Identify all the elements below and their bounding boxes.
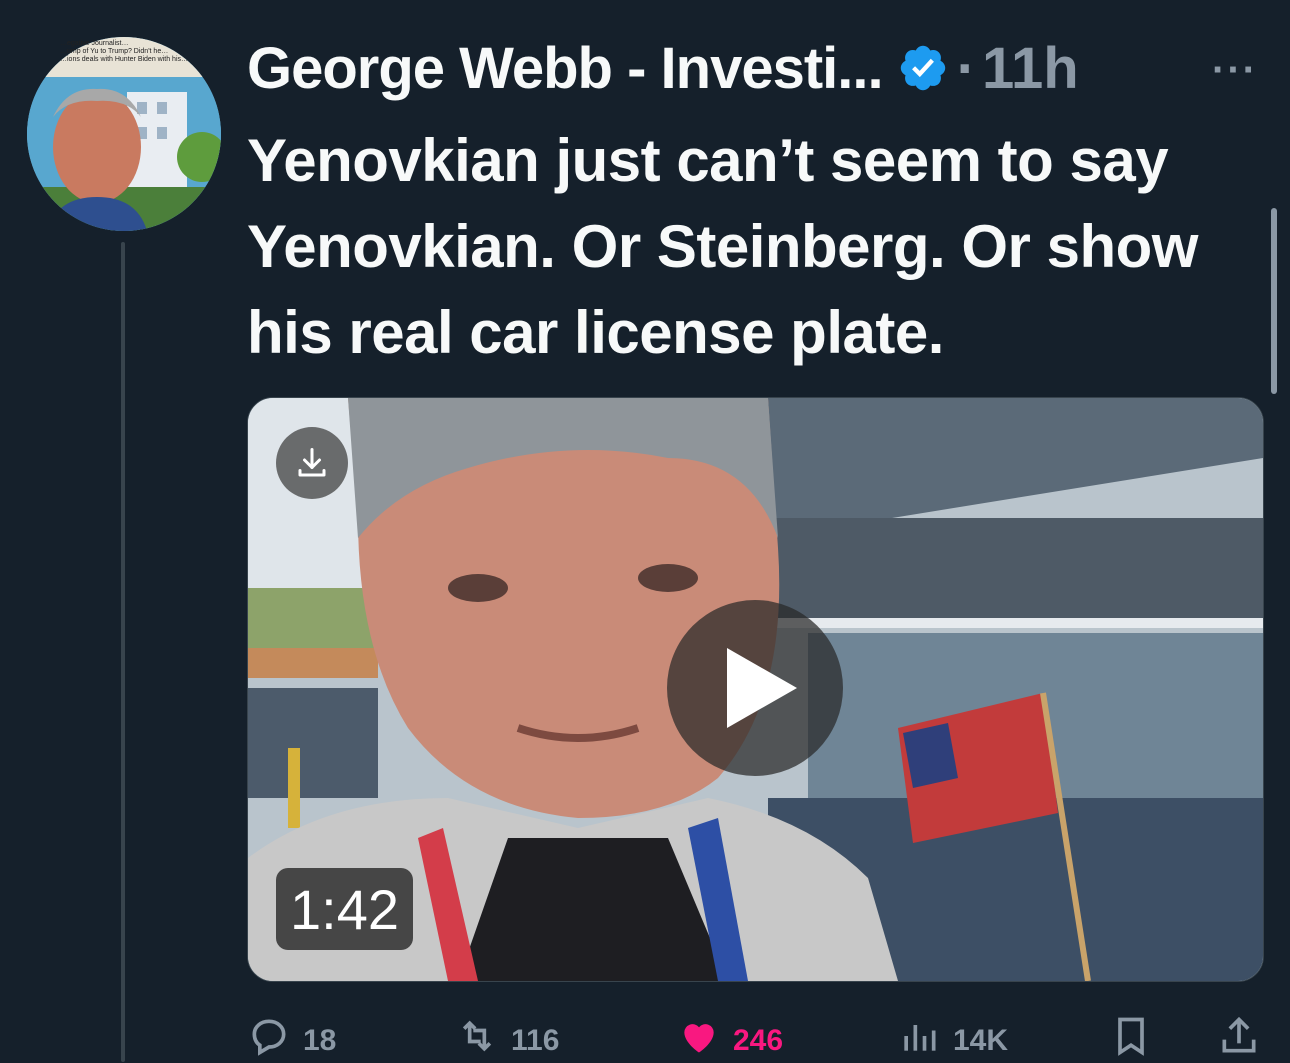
like-button[interactable]: 246: [677, 1014, 783, 1063]
views-button[interactable]: 14K: [897, 1014, 1008, 1063]
header-separator: ·: [956, 35, 976, 101]
repost-icon: [455, 1014, 499, 1063]
download-icon: [294, 445, 330, 481]
bookmark-button[interactable]: [1109, 1014, 1153, 1063]
scrollbar[interactable]: [1271, 208, 1277, 394]
reply-button[interactable]: 18: [247, 1014, 336, 1063]
views-count: 14K: [953, 1024, 1009, 1057]
share-icon: [1217, 1014, 1261, 1063]
video-duration: 1:42: [276, 868, 413, 950]
play-button[interactable]: [667, 600, 843, 776]
post-text: Yenovkian just can’t seem to say Yenovki…: [247, 127, 1198, 366]
bookmark-icon: [1109, 1014, 1153, 1063]
like-count: 246: [733, 1024, 784, 1057]
post-time[interactable]: 11h: [982, 35, 1079, 102]
action-bar: 18 116 246 14K: [247, 1014, 1267, 1057]
download-button[interactable]: [276, 427, 348, 499]
reply-count: 18: [303, 1024, 337, 1057]
reply-icon: [247, 1014, 291, 1063]
views-icon: [897, 1014, 941, 1063]
repost-button[interactable]: 116: [455, 1014, 559, 1063]
play-icon: [727, 648, 797, 728]
verified-badge-icon[interactable]: [897, 42, 949, 94]
more-options-icon[interactable]: ···: [1212, 48, 1258, 93]
thread-line: [121, 242, 125, 1062]
author-avatar[interactable]: [27, 37, 221, 231]
author-name[interactable]: George Webb - Investi...: [247, 35, 884, 102]
share-button[interactable]: [1217, 1014, 1261, 1063]
heart-icon: [677, 1014, 721, 1063]
post-header: George Webb - Investi... · 11h: [247, 28, 1079, 108]
repost-count: 116: [511, 1024, 560, 1057]
